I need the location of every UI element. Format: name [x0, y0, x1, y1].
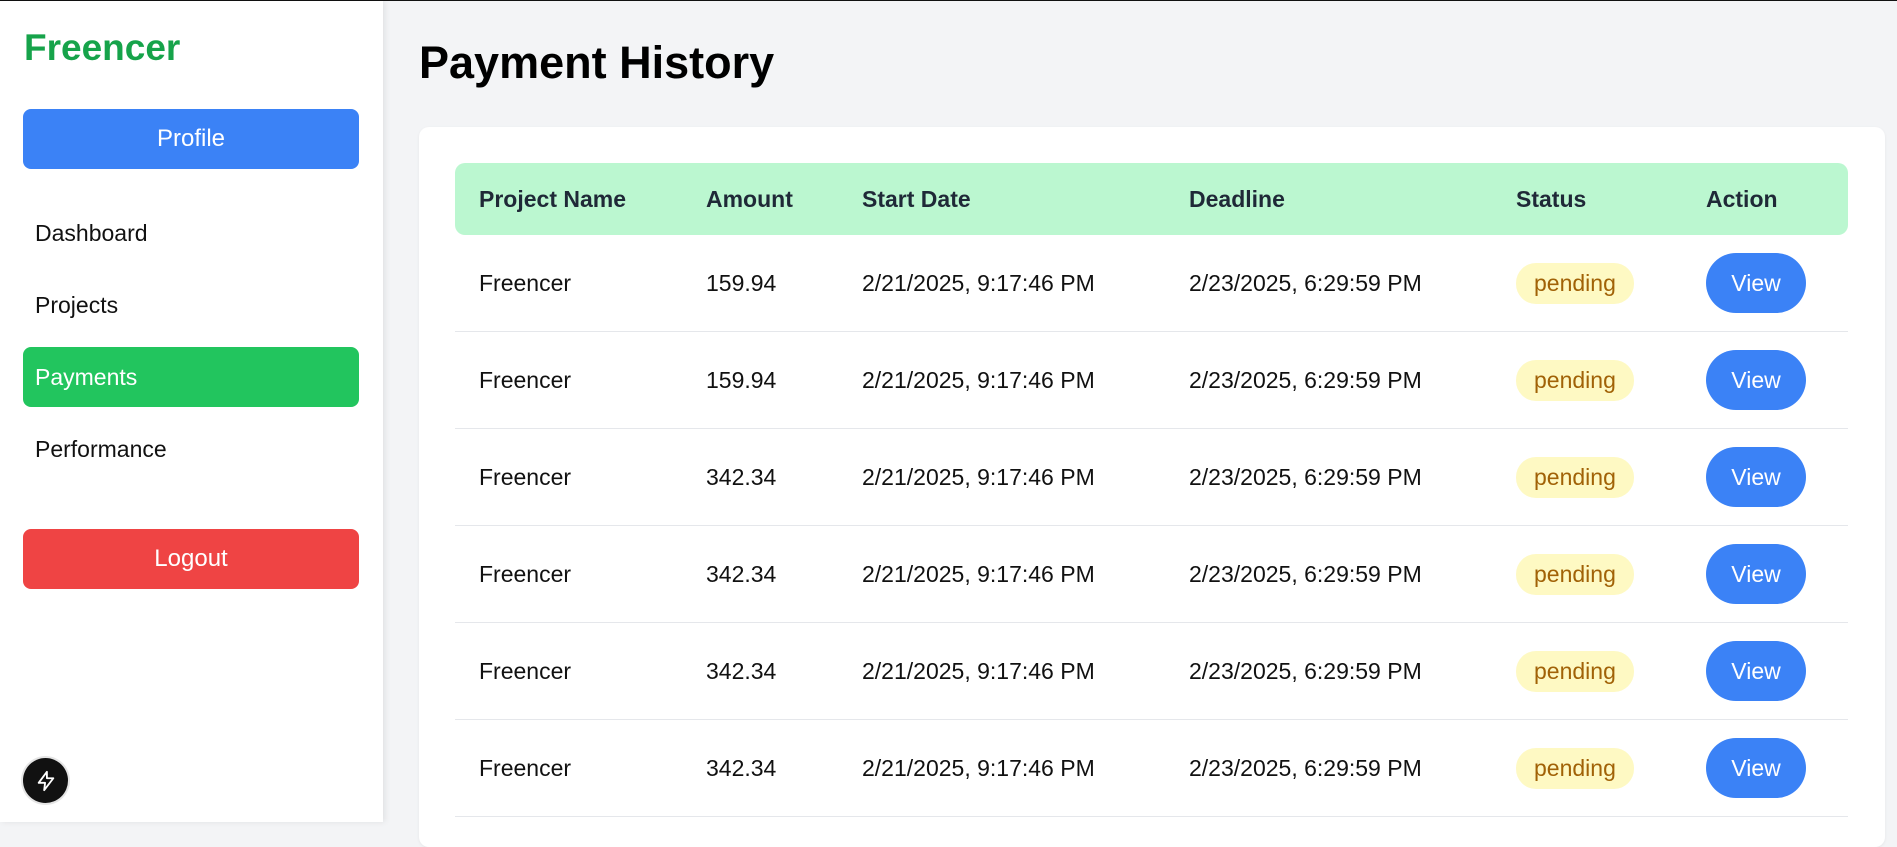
dev-tools-button[interactable] [23, 758, 68, 803]
sidebar-item-dashboard[interactable]: Dashboard [23, 203, 359, 263]
view-button[interactable]: View [1706, 253, 1806, 313]
cell-action: View [1682, 235, 1848, 332]
cell-action: View [1682, 622, 1848, 720]
table-row: Freencer 342.34 2/21/2025, 9:17:46 PM 2/… [455, 719, 1848, 817]
cell-deadline: 2/23/2025, 6:29:59 PM [1165, 622, 1492, 720]
cell-status: pending [1492, 622, 1682, 720]
status-badge: pending [1516, 262, 1634, 304]
lightning-bolt-icon [37, 770, 54, 791]
table-header-row: Project Name Amount Start Date Deadline … [455, 163, 1848, 235]
table-row: Freencer 159.94 2/21/2025, 9:17:46 PM 2/… [455, 235, 1848, 332]
cell-project-name: Freencer [455, 331, 682, 429]
cell-deadline: 2/23/2025, 6:29:59 PM [1165, 235, 1492, 332]
payment-table-card: Project Name Amount Start Date Deadline … [419, 127, 1885, 847]
status-badge: pending [1516, 650, 1634, 692]
cell-deadline: 2/23/2025, 6:29:59 PM [1165, 719, 1492, 817]
sidebar: Freencer Profile Dashboard Projects Paym… [0, 1, 383, 822]
cell-project-name: Freencer [455, 235, 682, 332]
cell-status: pending [1492, 525, 1682, 623]
header-action: Action [1706, 185, 1778, 212]
view-button[interactable]: View [1706, 544, 1806, 604]
cell-start-date: 2/21/2025, 9:17:46 PM [838, 719, 1165, 817]
cell-action: View [1682, 525, 1848, 623]
cell-start-date: 2/21/2025, 9:17:46 PM [838, 235, 1165, 332]
cell-project-name: Freencer [455, 719, 682, 817]
sidebar-item-payments[interactable]: Payments [23, 347, 359, 407]
status-badge: pending [1516, 553, 1634, 595]
view-button[interactable]: View [1706, 738, 1806, 798]
profile-button[interactable]: Profile [23, 109, 359, 169]
view-button[interactable]: View [1706, 447, 1806, 507]
sidebar-item-projects[interactable]: Projects [23, 275, 359, 335]
cell-start-date: 2/21/2025, 9:17:46 PM [838, 331, 1165, 429]
cell-amount: 342.34 [682, 719, 838, 817]
cell-amount: 159.94 [682, 235, 838, 332]
header-start-date: Start Date [862, 185, 971, 212]
cell-action: View [1682, 719, 1848, 817]
status-badge: pending [1516, 456, 1634, 498]
status-badge: pending [1516, 359, 1634, 401]
cell-amount: 159.94 [682, 331, 838, 429]
payment-history-table: Project Name Amount Start Date Deadline … [455, 163, 1848, 817]
header-project-name: Project Name [479, 185, 627, 212]
cell-deadline: 2/23/2025, 6:29:59 PM [1165, 331, 1492, 429]
page-title: Payment History [419, 37, 775, 88]
brand-logo[interactable]: Freencer [24, 27, 180, 69]
table-row: Freencer 342.34 2/21/2025, 9:17:46 PM 2/… [455, 428, 1848, 526]
view-button[interactable]: View [1706, 641, 1806, 701]
header-status: Status [1516, 185, 1587, 212]
cell-amount: 342.34 [682, 525, 838, 623]
cell-action: View [1682, 331, 1848, 429]
status-badge: pending [1516, 747, 1634, 789]
table-row: Freencer 342.34 2/21/2025, 9:17:46 PM 2/… [455, 525, 1848, 623]
cell-deadline: 2/23/2025, 6:29:59 PM [1165, 525, 1492, 623]
cell-status: pending [1492, 719, 1682, 817]
cell-status: pending [1492, 428, 1682, 526]
header-deadline: Deadline [1189, 185, 1285, 212]
cell-start-date: 2/21/2025, 9:17:46 PM [838, 525, 1165, 623]
cell-action: View [1682, 428, 1848, 526]
table-row: Freencer 159.94 2/21/2025, 9:17:46 PM 2/… [455, 331, 1848, 429]
cell-deadline: 2/23/2025, 6:29:59 PM [1165, 428, 1492, 526]
cell-amount: 342.34 [682, 428, 838, 526]
cell-start-date: 2/21/2025, 9:17:46 PM [838, 622, 1165, 720]
cell-start-date: 2/21/2025, 9:17:46 PM [838, 428, 1165, 526]
cell-project-name: Freencer [455, 622, 682, 720]
view-button[interactable]: View [1706, 350, 1806, 410]
cell-status: pending [1492, 331, 1682, 429]
main-content: Payment History Project Name Amount Star… [383, 1, 1897, 847]
cell-amount: 342.34 [682, 622, 838, 720]
header-amount: Amount [706, 185, 793, 212]
cell-status: pending [1492, 235, 1682, 332]
cell-project-name: Freencer [455, 428, 682, 526]
logout-button[interactable]: Logout [23, 529, 359, 589]
cell-project-name: Freencer [455, 525, 682, 623]
table-row: Freencer 342.34 2/21/2025, 9:17:46 PM 2/… [455, 622, 1848, 720]
sidebar-item-performance[interactable]: Performance [23, 419, 359, 479]
